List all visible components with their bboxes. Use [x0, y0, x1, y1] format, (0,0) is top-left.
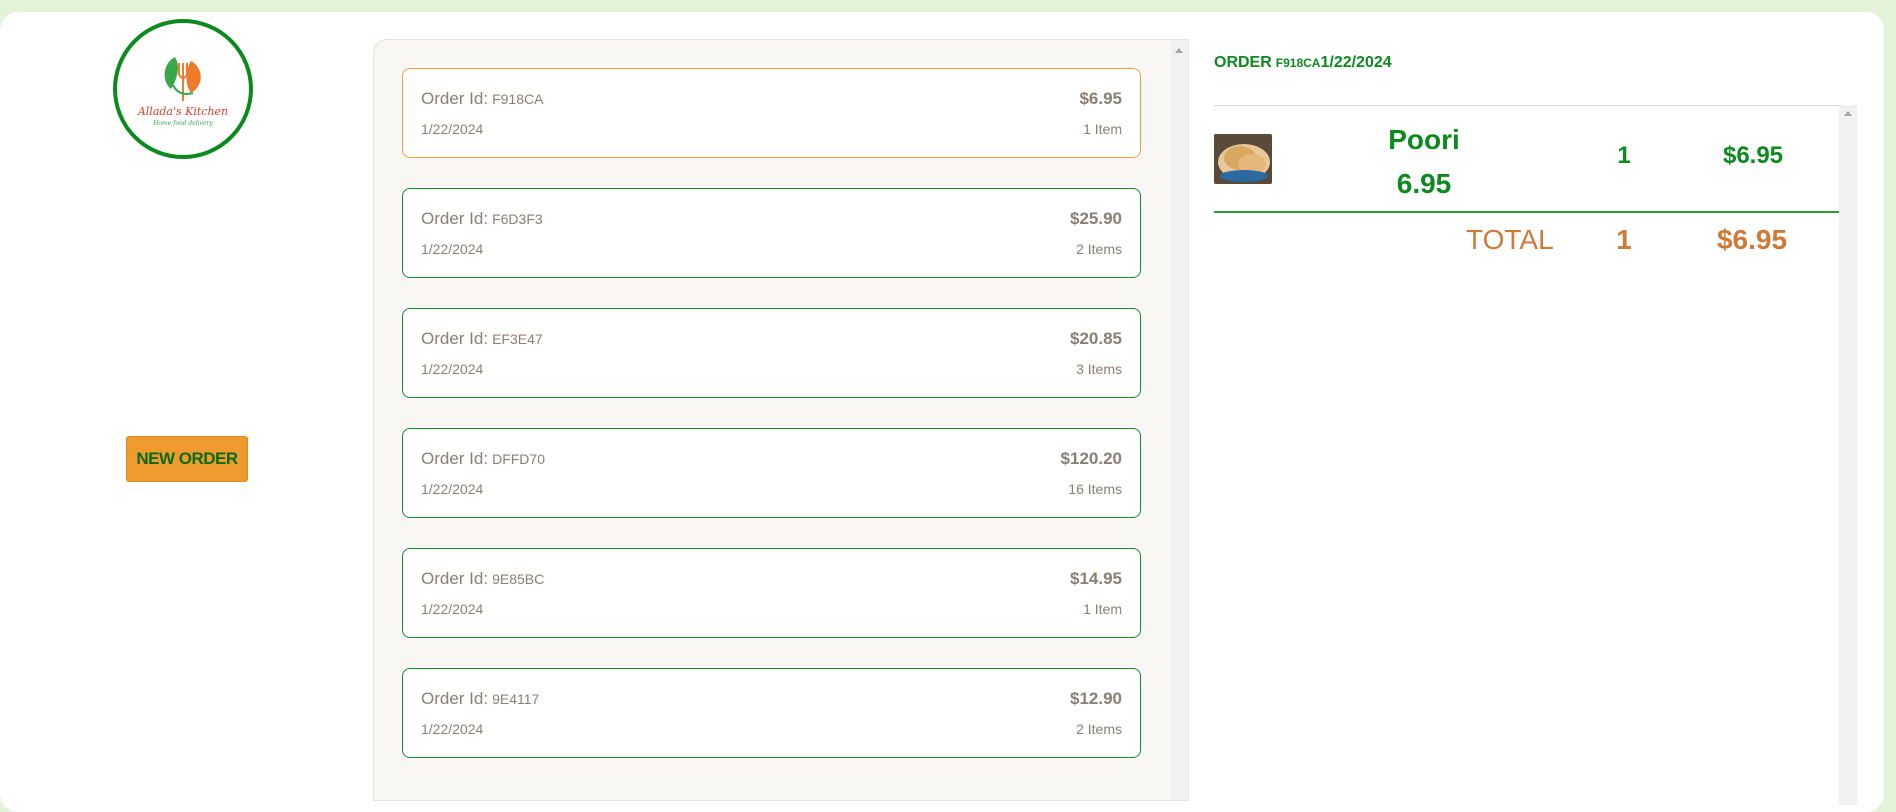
total-label: TOTAL	[1466, 224, 1554, 255]
order-total: $12.90	[1070, 689, 1122, 708]
order-card[interactable]: Order Id: F918CA 1/22/2024 $6.95 1 Item	[402, 68, 1141, 158]
total-price: $6.95	[1716, 224, 1788, 255]
order-item-count: 1 Item	[1083, 121, 1122, 137]
order-detail-heading: ORDER F918CA1/22/2024	[1214, 54, 1392, 72]
orders-scrollbar[interactable]	[1171, 40, 1187, 800]
order-item-count: 1 Item	[1083, 601, 1122, 617]
order-total: $14.95	[1070, 569, 1122, 588]
order-id: EF3E47	[492, 331, 543, 347]
orders-list-panel[interactable]: Order Id: F918CA 1/22/2024 $6.95 1 Item O…	[373, 39, 1189, 801]
app-page: Allada's Kitchen Home food delivery NEW …	[0, 12, 1884, 812]
scroll-up-arrow-icon[interactable]	[1175, 48, 1183, 53]
order-item-count: 16 Items	[1068, 481, 1122, 497]
total-divider	[1214, 211, 1839, 213]
order-total: $6.95	[1079, 89, 1122, 108]
order-total: $25.90	[1070, 209, 1122, 228]
new-order-button[interactable]: NEW ORDER	[126, 436, 248, 482]
total-quantity: 1	[1616, 224, 1632, 255]
order-card[interactable]: Order Id: F6D3F3 1/22/2024 $25.90 2 Items	[402, 188, 1141, 278]
order-date: 1/22/2024	[421, 721, 484, 737]
order-id-label: Order Id:	[421, 89, 489, 108]
order-date: 1/22/2024	[421, 601, 484, 617]
order-card[interactable]: Order Id: DFFD70 1/22/2024 $120.20 16 Ite…	[402, 428, 1141, 518]
restaurant-logo: Allada's Kitchen Home food delivery	[113, 19, 253, 159]
order-heading-id: F918CA	[1275, 56, 1321, 70]
item-name-block: Poori 6.95	[1364, 118, 1484, 206]
order-card[interactable]: Order Id: 9E85BC 1/22/2024 $14.95 1 Item	[402, 548, 1141, 638]
order-id: F918CA	[492, 91, 544, 107]
order-id-label: Order Id:	[421, 209, 489, 228]
order-id: F6D3F3	[492, 211, 543, 227]
item-unit-price: 6.95	[1396, 168, 1452, 199]
item-name: Poori	[1388, 124, 1460, 155]
order-id: 9E85BC	[492, 571, 545, 587]
order-id-label: Order Id:	[421, 329, 489, 348]
logo-name: Allada's Kitchen	[137, 105, 229, 118]
order-date: 1/22/2024	[421, 121, 484, 137]
order-id-label: Order Id:	[421, 689, 489, 708]
order-detail-panel: Poori 6.95 1 $6.95 TOTAL 1 $6.95	[1214, 105, 1839, 806]
item-quantity: 1	[1617, 142, 1631, 169]
scroll-up-arrow-icon[interactable]	[1844, 111, 1852, 116]
order-id: DFFD70	[492, 451, 545, 467]
order-id-label: Order Id:	[421, 569, 489, 588]
order-item-count: 2 Items	[1076, 721, 1122, 737]
order-date: 1/22/2024	[421, 481, 484, 497]
detail-scrollbar[interactable]	[1839, 105, 1857, 805]
order-heading-date: 1/22/2024	[1320, 54, 1392, 71]
order-id: 9E4117	[492, 691, 540, 707]
order-date: 1/22/2024	[421, 361, 484, 377]
poori-food-photo	[1214, 134, 1272, 184]
logo-tagline: Home food delivery	[153, 120, 213, 127]
order-card[interactable]: Order Id: 9E4117 1/22/2024 $12.90 2 Items	[402, 668, 1141, 758]
order-total: $20.85	[1070, 329, 1122, 348]
order-card[interactable]: Order Id: EF3E47 1/22/2024 $20.85 3 Items	[402, 308, 1141, 398]
fork-leaf-logo-icon	[164, 57, 201, 101]
order-item-count: 2 Items	[1076, 241, 1122, 257]
order-id-label: Order Id:	[421, 449, 489, 468]
order-total: $120.20	[1060, 449, 1122, 468]
item-price: $6.95	[1722, 142, 1784, 169]
order-item-count: 3 Items	[1076, 361, 1122, 377]
order-date: 1/22/2024	[421, 241, 484, 257]
order-heading-label: ORDER	[1214, 54, 1272, 71]
